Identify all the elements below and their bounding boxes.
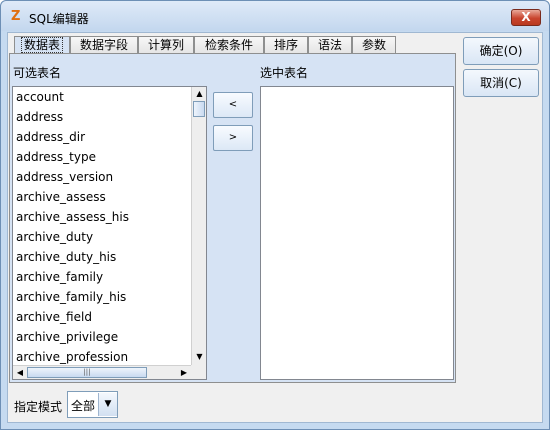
app-logo-icon: Z <box>11 9 21 24</box>
selected-tables-label: 选中表名 <box>260 66 309 80</box>
horizontal-scrollbar[interactable]: ◀ ||| ▶ <box>13 365 191 379</box>
chevron-down-icon[interactable]: ▼ <box>98 393 117 416</box>
selected-tables-list[interactable] <box>260 86 454 380</box>
tab-label: 数据表 <box>20 37 63 53</box>
list-item[interactable]: archive_assess <box>16 188 191 208</box>
list-item[interactable]: archive_field <box>16 308 191 328</box>
available-items: account address address_dir address_type add… <box>16 88 191 368</box>
list-item[interactable]: address_version <box>16 168 191 188</box>
dialog-body: 数据表 数据字段 计算列 检索条件 排序 语法 参数 可选表名 选中表名 acc… <box>7 32 543 423</box>
mode-select[interactable]: 全部 ▼ <box>67 391 118 418</box>
list-item[interactable]: archive_family_his <box>16 288 191 308</box>
list-item[interactable]: archive_duty <box>16 228 191 248</box>
tables-panel: 可选表名 选中表名 account address address_dir addre… <box>9 53 456 383</box>
window-title: SQL编辑器 <box>29 12 89 26</box>
list-item[interactable]: archive_duty_his <box>16 248 191 268</box>
sql-editor-dialog: Z SQL编辑器 X 数据表 数据字段 计算列 检索条件 排序 语法 参数 可选… <box>0 0 550 430</box>
list-item[interactable]: archive_family <box>16 268 191 288</box>
scroll-right-icon[interactable]: ▶ <box>177 366 191 379</box>
mode-label: 指定模式 <box>14 400 63 414</box>
vertical-scrollbar[interactable]: ▲ ▼ <box>191 87 206 365</box>
move-right-button[interactable]: > <box>213 125 253 151</box>
scroll-corner <box>191 365 206 379</box>
scroll-left-icon[interactable]: ◀ <box>13 366 27 379</box>
scroll-down-icon[interactable]: ▼ <box>192 350 206 364</box>
ok-button[interactable]: 确定(O) <box>463 37 539 65</box>
list-item[interactable]: archive_privilege <box>16 328 191 348</box>
available-tables-list[interactable]: account address address_dir address_type add… <box>12 86 207 380</box>
title-bar: Z SQL编辑器 X <box>1 1 549 31</box>
vertical-scroll-thumb[interactable] <box>193 101 205 117</box>
close-button[interactable]: X <box>511 9 541 26</box>
list-item[interactable]: address <box>16 108 191 128</box>
scroll-up-icon[interactable]: ▲ <box>192 87 206 101</box>
available-tables-label: 可选表名 <box>13 66 62 80</box>
list-item[interactable]: account <box>16 88 191 108</box>
move-left-button[interactable]: < <box>213 92 253 118</box>
list-item[interactable]: archive_assess_his <box>16 208 191 228</box>
list-item[interactable]: address_dir <box>16 128 191 148</box>
mode-value: 全部 <box>71 399 96 413</box>
cancel-button[interactable]: 取消(C) <box>463 69 539 97</box>
horizontal-scroll-thumb[interactable]: ||| <box>27 367 147 378</box>
list-item[interactable]: address_type <box>16 148 191 168</box>
